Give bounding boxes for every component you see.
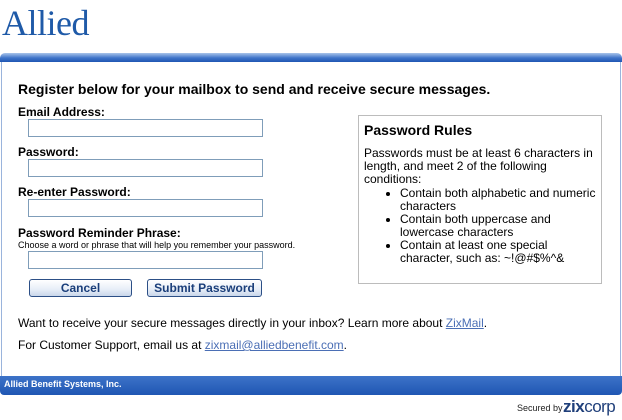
zixcorp-logo-zix: zix (563, 397, 585, 416)
submit-password-button[interactable]: Submit Password (147, 279, 262, 297)
reminder-phrase-label: Password Reminder Phrase: (18, 226, 181, 240)
password-rules-box: Password Rules Passwords must be at leas… (358, 115, 602, 284)
support-suffix: . (343, 338, 347, 352)
reenter-password-field[interactable] (28, 199, 263, 217)
zixmail-info: Want to receive your secure messages dir… (18, 316, 487, 330)
support-email-link[interactable]: zixmail@alliedbenefit.com (205, 338, 344, 352)
reminder-phrase-hint: Choose a word or phrase that will help y… (18, 240, 296, 250)
password-rules-title: Password Rules (364, 122, 473, 138)
password-rules-intro: Passwords must be at least 6 characters … (364, 146, 593, 186)
zixcorp-logo-corp: corp (584, 397, 616, 416)
zixmail-suffix: . (483, 316, 488, 330)
footer-company: Allied Benefit Systems, Inc. (4, 379, 122, 389)
support-info: For Customer Support, email us at zixmai… (18, 338, 347, 352)
footer-bar: Allied Benefit Systems, Inc. (0, 376, 622, 395)
password-rules-list: Contain both alphabetic and numeric char… (364, 187, 596, 265)
password-rule-item: Contain at least one special character, … (400, 239, 596, 265)
reenter-password-label: Re-enter Password: (18, 185, 131, 199)
header-bar (0, 53, 622, 62)
email-label: Email Address: (18, 105, 105, 119)
zixmail-link[interactable]: ZixMail (446, 316, 484, 330)
cancel-button[interactable]: Cancel (29, 279, 132, 297)
allied-logo: Allied (2, 3, 89, 43)
password-label: Password: (18, 145, 79, 159)
password-field[interactable] (28, 159, 263, 177)
reminder-phrase-field[interactable] (28, 251, 263, 269)
zixcorp-logo: zixcorp (563, 397, 616, 417)
password-rule-item: Contain both alphabetic and numeric char… (400, 187, 596, 213)
page-title: Register below for your mailbox to send … (18, 81, 491, 97)
email-field[interactable] (28, 119, 263, 137)
password-rule-item: Contain both uppercase and lowercase cha… (400, 213, 596, 239)
support-text: For Customer Support, email us at (18, 338, 205, 352)
secured-by-text: Secured by (517, 403, 563, 413)
zixmail-text: Want to receive your secure messages dir… (18, 316, 446, 330)
